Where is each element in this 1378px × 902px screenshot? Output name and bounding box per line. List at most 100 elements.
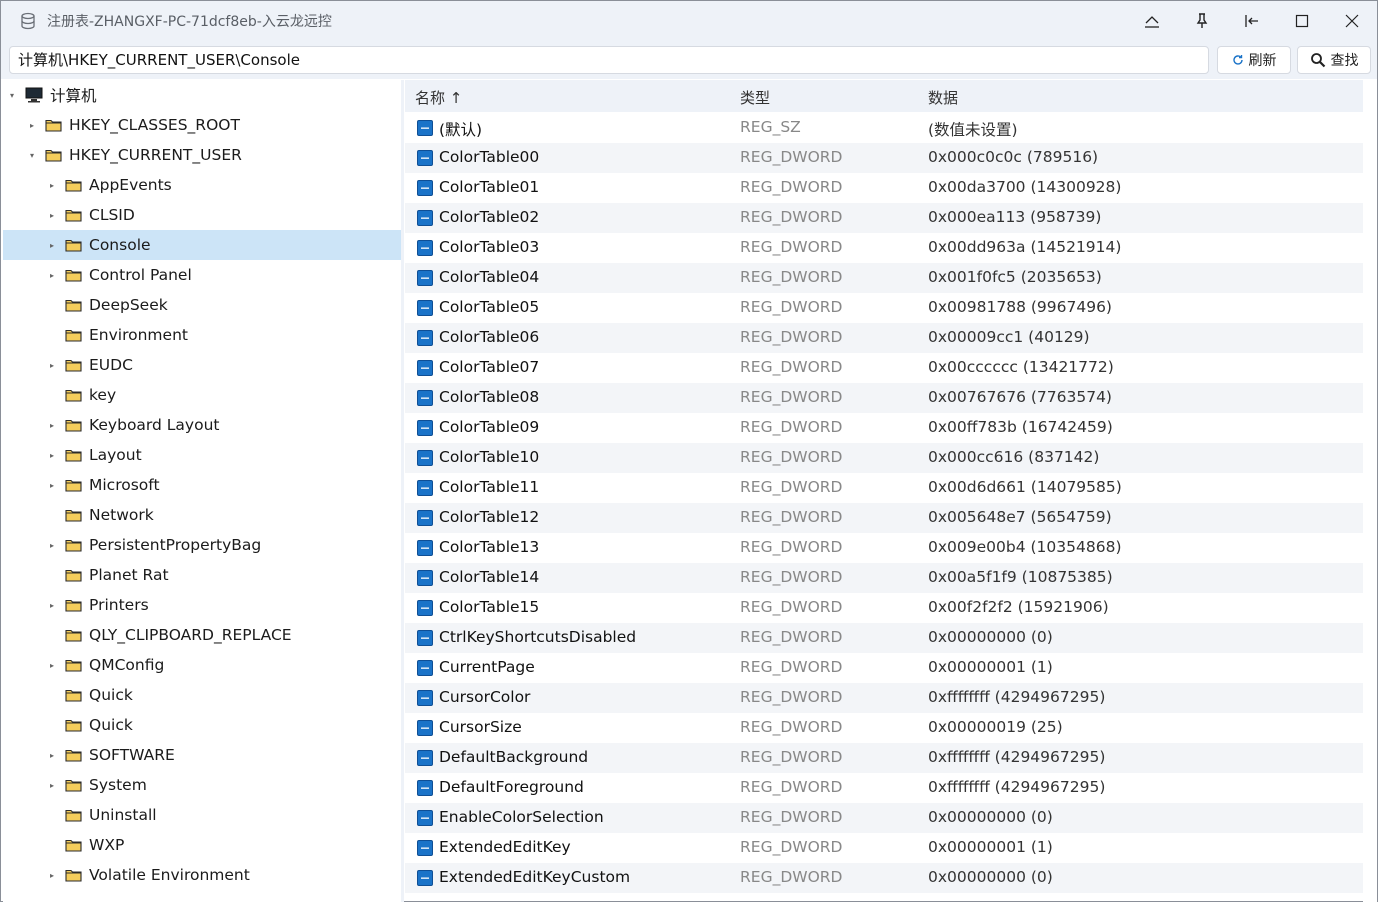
tree-item[interactable]: Environment bbox=[3, 320, 401, 350]
collapsed-arrow-icon[interactable]: ▸ bbox=[47, 781, 57, 790]
tree-item-label: CLSID bbox=[89, 206, 135, 224]
table-row[interactable]: ColorTable09 REG_DWORD 0x00ff783b (1674245… bbox=[405, 413, 1363, 443]
search-button[interactable]: 查找 bbox=[1297, 46, 1371, 74]
table-row[interactable]: ColorTable13 REG_DWORD 0x009e00b4 (1035486… bbox=[405, 533, 1363, 563]
chevron-up-button[interactable] bbox=[1127, 1, 1177, 41]
table-row[interactable]: CtrlKeyShortcutsDisabled REG_DWORD 0x00000… bbox=[405, 623, 1363, 653]
tree-item[interactable]: WXP bbox=[3, 830, 401, 860]
value-type: REG_DWORD bbox=[740, 238, 843, 256]
table-row[interactable]: ColorTable10 REG_DWORD 0x000cc616 (837142) bbox=[405, 443, 1363, 473]
folder-icon bbox=[65, 508, 82, 522]
collapsed-arrow-icon[interactable]: ▸ bbox=[47, 271, 57, 280]
value-type: REG_DWORD bbox=[740, 628, 843, 646]
tree-item[interactable]: ▸ System bbox=[3, 770, 401, 800]
collapsed-arrow-icon[interactable]: ▸ bbox=[47, 751, 57, 760]
tree-item[interactable]: ▸ Keyboard Layout bbox=[3, 410, 401, 440]
column-header-name[interactable]: 名称 ↑ bbox=[415, 87, 462, 108]
value-name: ColorTable06 bbox=[439, 328, 540, 346]
table-row[interactable]: ColorTable15 REG_DWORD 0x00f2f2f2 (1592190… bbox=[405, 593, 1363, 623]
tree-item[interactable]: ▾ HKEY_CURRENT_USER bbox=[3, 140, 401, 170]
table-row[interactable]: ColorTable04 REG_DWORD 0x001f0fc5 (2035653… bbox=[405, 263, 1363, 293]
table-row[interactable]: ColorTable03 REG_DWORD 0x00dd963a (1452191… bbox=[405, 233, 1363, 263]
value-data: (数值未设置) bbox=[928, 121, 1018, 139]
table-row[interactable]: ColorTable11 REG_DWORD 0x00d6d661 (1407958… bbox=[405, 473, 1363, 503]
tree-item[interactable]: ▸ Console bbox=[3, 230, 401, 260]
value-type: REG_DWORD bbox=[740, 418, 843, 436]
expanded-arrow-icon[interactable]: ▾ bbox=[27, 151, 37, 160]
tree-item[interactable]: key bbox=[3, 380, 401, 410]
column-header-type[interactable]: 类型 bbox=[740, 87, 770, 108]
value-data: 0x00da3700 (14300928) bbox=[928, 178, 1122, 196]
collapsed-arrow-icon[interactable]: ▸ bbox=[47, 661, 57, 670]
collapsed-arrow-icon[interactable]: ▸ bbox=[47, 181, 57, 190]
close-button[interactable] bbox=[1327, 1, 1377, 41]
tree-item[interactable]: ▸ Layout bbox=[3, 440, 401, 470]
table-row[interactable]: (默认) REG_SZ (数值未设置) bbox=[405, 113, 1363, 143]
collapsed-arrow-icon[interactable]: ▸ bbox=[47, 211, 57, 220]
table-row[interactable]: CursorColor REG_DWORD 0xffffffff (42949672… bbox=[405, 683, 1363, 713]
collapsed-arrow-icon[interactable]: ▸ bbox=[47, 421, 57, 430]
table-row[interactable]: CurrentPage REG_DWORD 0x00000001 (1) bbox=[405, 653, 1363, 683]
tree-item[interactable]: ▸ SOFTWARE bbox=[3, 740, 401, 770]
table-row[interactable]: ColorTable06 REG_DWORD 0x00009cc1 (40129) bbox=[405, 323, 1363, 353]
tree-item[interactable]: Quick bbox=[3, 680, 401, 710]
collapsed-arrow-icon[interactable]: ▸ bbox=[47, 241, 57, 250]
tree-item[interactable]: ▸ Control Panel bbox=[3, 260, 401, 290]
tree-item[interactable]: ▸ HKEY_CLASSES_ROOT bbox=[3, 110, 401, 140]
pin-button[interactable] bbox=[1177, 1, 1227, 41]
tree-item[interactable]: DeepSeek bbox=[3, 290, 401, 320]
table-row[interactable]: ColorTable14 REG_DWORD 0x00a5f1f9 (1087538… bbox=[405, 563, 1363, 593]
folder-icon bbox=[65, 778, 82, 792]
table-row[interactable]: ColorTable02 REG_DWORD 0x000ea113 (958739) bbox=[405, 203, 1363, 233]
table-row[interactable]: ColorTable01 REG_DWORD 0x00da3700 (1430092… bbox=[405, 173, 1363, 203]
tree-item[interactable]: ▸ CLSID bbox=[3, 200, 401, 230]
vertical-scrollbar[interactable] bbox=[1363, 80, 1377, 902]
collapsed-arrow-icon[interactable]: ▸ bbox=[47, 871, 57, 880]
folder-icon bbox=[65, 358, 82, 372]
tree-item[interactable]: ▸ AppEvents bbox=[3, 170, 401, 200]
tree-item[interactable]: ▸ Printers bbox=[3, 590, 401, 620]
collapsed-arrow-icon[interactable]: ▸ bbox=[47, 601, 57, 610]
table-row[interactable]: ColorTable08 REG_DWORD 0x00767676 (7763574… bbox=[405, 383, 1363, 413]
collapsed-arrow-icon[interactable]: ▸ bbox=[47, 361, 57, 370]
pin-icon bbox=[1196, 13, 1208, 28]
table-row[interactable]: DefaultForeground REG_DWORD 0xffffffff (42… bbox=[405, 773, 1363, 803]
pane-splitter[interactable] bbox=[401, 80, 404, 902]
maximize-button[interactable] bbox=[1277, 1, 1327, 41]
tree-item[interactable]: ▸ QMConfig bbox=[3, 650, 401, 680]
tree-item-label: Planet Rat bbox=[89, 566, 169, 584]
table-row[interactable]: ColorTable12 REG_DWORD 0x005648e7 (5654759… bbox=[405, 503, 1363, 533]
collapsed-arrow-icon[interactable]: ▸ bbox=[47, 481, 57, 490]
table-row[interactable]: CursorSize REG_DWORD 0x00000019 (25) bbox=[405, 713, 1363, 743]
folder-icon bbox=[65, 568, 82, 582]
table-row[interactable]: EnableColorSelection REG_DWORD 0x00000000 … bbox=[405, 803, 1363, 833]
tree-item[interactable]: ▸ Volatile Environment bbox=[3, 860, 401, 890]
tree-item[interactable]: Quick bbox=[3, 710, 401, 740]
tree-item[interactable]: Uninstall bbox=[3, 800, 401, 830]
table-row[interactable]: ColorTable00 REG_DWORD 0x000c0c0c (789516) bbox=[405, 143, 1363, 173]
value-name: DefaultBackground bbox=[439, 748, 589, 766]
expanded-arrow-icon[interactable]: ▾ bbox=[7, 91, 17, 100]
collapse-left-button[interactable] bbox=[1227, 1, 1277, 41]
table-row[interactable]: ColorTable05 REG_DWORD 0x00981788 (9967496… bbox=[405, 293, 1363, 323]
tree-item[interactable]: ▾ 计算机 bbox=[3, 80, 401, 110]
refresh-label: 刷新 bbox=[1248, 53, 1277, 69]
address-input[interactable]: 计算机\HKEY_CURRENT_USER\Console bbox=[9, 46, 1209, 74]
collapsed-arrow-icon[interactable]: ▸ bbox=[27, 121, 37, 130]
tree-item[interactable]: ▸ PersistentPropertyBag bbox=[3, 530, 401, 560]
refresh-button[interactable]: 刷新 bbox=[1217, 46, 1291, 74]
tree-item[interactable]: Planet Rat bbox=[3, 560, 401, 590]
table-row[interactable]: ExtendedEditKeyCustom REG_DWORD 0x00000000… bbox=[405, 863, 1363, 893]
column-header-data[interactable]: 数据 bbox=[928, 87, 958, 108]
tree-item[interactable]: ▸ Microsoft bbox=[3, 470, 401, 500]
tree-item[interactable]: ▸ EUDC bbox=[3, 350, 401, 380]
value-data: 0x00000000 (0) bbox=[928, 808, 1053, 826]
tree-item[interactable]: QLY_CLIPBOARD_REPLACE bbox=[3, 620, 401, 650]
table-row[interactable]: ExtendedEditKey REG_DWORD 0x00000001 (1) bbox=[405, 833, 1363, 863]
table-row[interactable]: ColorTable07 REG_DWORD 0x00cccccc (1342177… bbox=[405, 353, 1363, 383]
collapsed-arrow-icon[interactable]: ▸ bbox=[47, 451, 57, 460]
table-row[interactable]: DefaultBackground REG_DWORD 0xffffffff (42… bbox=[405, 743, 1363, 773]
folder-icon bbox=[65, 418, 82, 432]
tree-item[interactable]: Network bbox=[3, 500, 401, 530]
collapsed-arrow-icon[interactable]: ▸ bbox=[47, 541, 57, 550]
